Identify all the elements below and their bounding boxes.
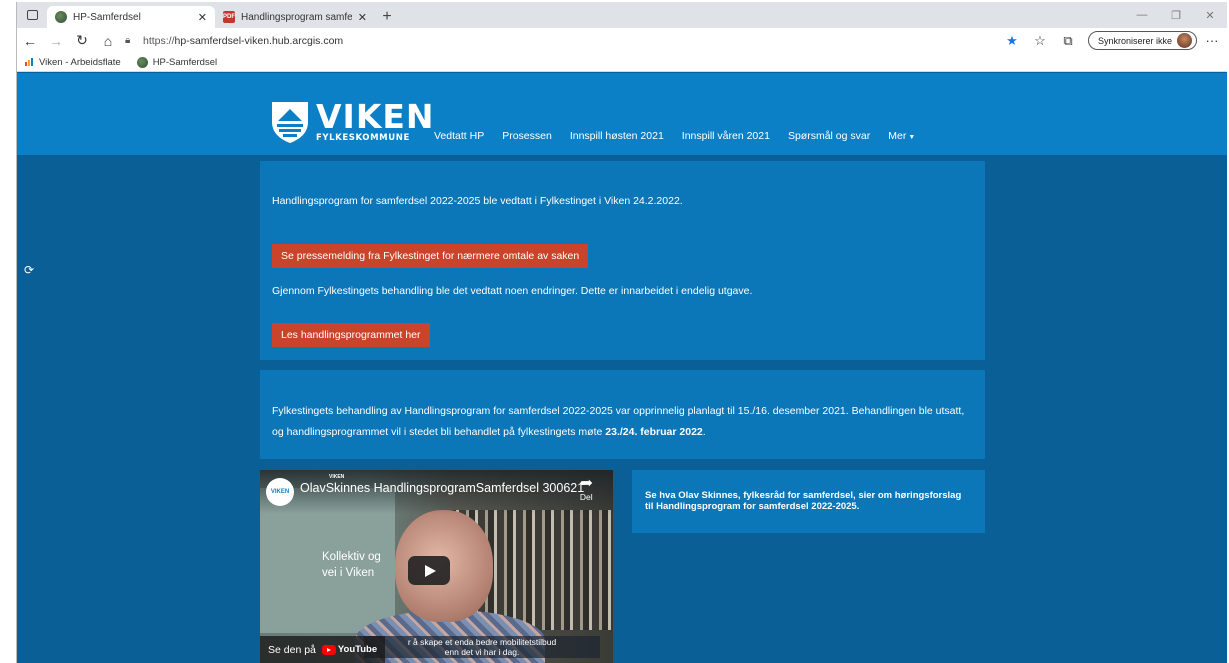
lock-icon[interactable]: 🔒︎	[125, 35, 135, 47]
restore-icon[interactable]: ❐	[1159, 9, 1193, 22]
youtube-icon	[321, 644, 336, 655]
new-tab-button[interactable]: +	[375, 6, 399, 28]
favorite-label: HP-Samferdsel	[152, 56, 218, 68]
main-nav: Vedtatt HP Prosessen Innspill høsten 202…	[434, 130, 933, 142]
caret-down-icon: ▼	[908, 134, 916, 141]
tab-title: HP-Samferdsel	[73, 11, 141, 23]
video-title[interactable]: OlavSkinnes HandlingsprogramSamferdsel 3…	[300, 481, 584, 495]
favorite-star-icon[interactable]: ★	[998, 33, 1026, 49]
video-subtitles: r å skape et enda bedre mobilitetstilbud…	[364, 636, 600, 658]
watch-on-label: Se den på	[268, 643, 316, 656]
address-bar: ← → ↻ ⌂ 🔒︎ https://hp-samferdsel-viken.h…	[17, 28, 1227, 53]
refresh-button[interactable]: ↻	[69, 28, 95, 53]
channel-avatar[interactable]: VIKEN	[266, 478, 294, 506]
close-icon[interactable]: ✕	[198, 11, 207, 24]
tab-hp-samferdsel[interactable]: HP-Samferdsel ✕	[47, 6, 215, 28]
nav-item-sporsmal-og-svar[interactable]: Spørsmål og svar	[788, 130, 870, 142]
card1-text-2: Gjennom Fylkestingets behandling ble det…	[272, 285, 753, 297]
profile-sync-button[interactable]: Synkroniserer ikke	[1087, 31, 1197, 50]
card3-text-1: Se hva Olav Skinnes, fylkesråd for samfe…	[645, 490, 962, 501]
viken-logo[interactable]: VIKEN FYLKESKOMMUNE	[270, 100, 435, 144]
home-button[interactable]: ⌂	[95, 28, 121, 53]
forward-button[interactable]: →	[43, 28, 69, 53]
nav-item-vedtatt-hp[interactable]: Vedtatt HP	[434, 130, 484, 142]
share-icon: ➦	[579, 475, 593, 492]
back-button[interactable]: ←	[17, 28, 43, 53]
nav-item-innspill-varen[interactable]: Innspill våren 2021	[682, 130, 770, 142]
card2-text-1: Fylkestingets behandling av Handlingspro…	[272, 405, 965, 417]
pdf-icon: PDF	[223, 11, 235, 23]
info-card-behandling: Fylkestingets behandling av Handlingspro…	[260, 370, 985, 459]
sync-label: Synkroniserer ikke	[1097, 35, 1172, 46]
page-content: VIKEN FYLKESKOMMUNE Vedtatt HP Prosessen…	[17, 73, 1227, 663]
translate-icon[interactable]: ⟳	[24, 263, 34, 277]
nav-item-innspill-hosten[interactable]: Innspill høsten 2021	[570, 130, 664, 142]
shield-logo-icon	[272, 102, 308, 143]
youtube-video-embed[interactable]: VIKEN VIKEN OlavSkinnes Handlingsprogram…	[260, 470, 613, 663]
share-label: Del	[579, 492, 593, 502]
collections-icon[interactable]: ⧉	[1054, 33, 1082, 49]
toolbar-right: ★ ☆ ⧉ Synkroniserer ikke ···	[998, 31, 1221, 50]
globe-icon	[55, 11, 67, 23]
card2-text-2: og handlingsprogrammet vil i stedet bli …	[272, 426, 706, 438]
minimize-icon[interactable]: —	[1125, 9, 1159, 21]
site-header: VIKEN FYLKESKOMMUNE Vedtatt HP Prosessen…	[17, 73, 1227, 155]
nav-item-prosessen[interactable]: Prosessen	[502, 130, 552, 142]
window-controls: — ❐ ✕	[1125, 2, 1227, 28]
globe-icon	[136, 56, 148, 68]
press-release-button[interactable]: Se pressemelding fra Fylkestinget for næ…	[272, 244, 589, 268]
tab-title: Handlingsprogram samferdsel 2	[241, 11, 352, 23]
video-overlay-text: Kollektiv og vei i Viken	[322, 551, 381, 579]
logo-text: VIKEN FYLKESKOMMUNE	[316, 96, 435, 143]
url-field[interactable]: 🔒︎ https://hp-samferdsel-viken.hub.arcgi…	[125, 30, 998, 51]
play-icon	[425, 564, 436, 577]
share-button[interactable]: ➦ Del	[579, 475, 593, 503]
card3-text-2: til Handlingsprogram for samferdsel 2022…	[645, 501, 860, 512]
tab-bar: HP-Samferdsel ✕ PDF Handlingsprogram sam…	[17, 2, 1227, 28]
favorite-hp-samferdsel[interactable]: HP-Samferdsel	[136, 56, 218, 68]
nav-mer-label: Mer	[888, 130, 907, 142]
tab-actions-button[interactable]	[17, 2, 47, 28]
favorites-bar: Viken - Arbeidsflate HP-Samferdsel	[17, 53, 1227, 72]
close-window-icon[interactable]: ✕	[1193, 9, 1227, 22]
more-icon[interactable]: ···	[1203, 33, 1221, 48]
url-text: https://hp-samferdsel-viken.hub.arcgis.c…	[143, 34, 344, 47]
favorite-viken-arbeidsflate[interactable]: Viken - Arbeidsflate	[25, 57, 121, 68]
favorites-list-icon[interactable]: ☆	[1026, 33, 1054, 49]
viken-logo-icon	[25, 58, 34, 66]
card1-text-1: Handlingsprogram for samferdsel 2022-202…	[272, 195, 683, 207]
favorite-label: Viken - Arbeidsflate	[39, 56, 121, 68]
tab-actions-icon	[26, 10, 38, 20]
youtube-logo: YouTube	[321, 644, 377, 655]
read-program-button[interactable]: Les handlingsprogrammet her	[272, 323, 430, 347]
logo-name: VIKEN	[316, 96, 435, 136]
watch-on-youtube-button[interactable]: Se den på YouTube	[260, 636, 386, 663]
info-card-vedtatt: Handlingsprogram for samferdsel 2022-202…	[260, 161, 985, 360]
play-button[interactable]	[408, 556, 450, 585]
video-description-card: Se hva Olav Skinnes, fylkesråd for samfe…	[632, 470, 985, 533]
nav-item-mer[interactable]: Mer ▼	[888, 130, 915, 142]
close-icon[interactable]: ✕	[358, 11, 367, 24]
meeting-date: 23./24. februar 2022	[605, 426, 703, 438]
browser-window: HP-Samferdsel ✕ PDF Handlingsprogram sam…	[16, 2, 1227, 663]
avatar	[1177, 33, 1192, 48]
video-channel-watermark: VIKEN	[329, 474, 345, 480]
tab-handlingsprogram-pdf[interactable]: PDF Handlingsprogram samferdsel 2 ✕	[215, 6, 375, 28]
